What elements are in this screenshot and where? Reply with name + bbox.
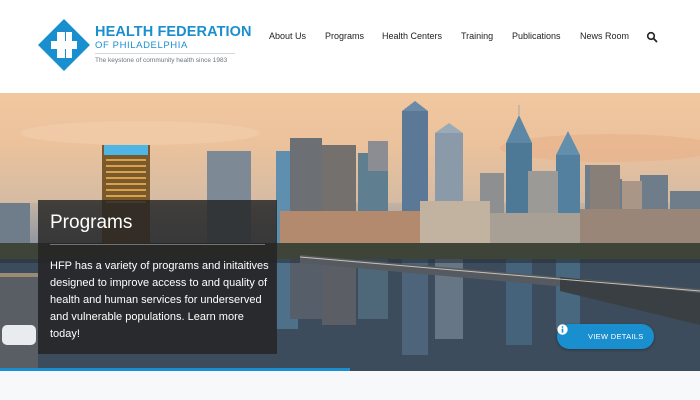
- nav-item-news-room[interactable]: News Room: [580, 31, 629, 41]
- nav-item-training[interactable]: Training: [461, 31, 493, 41]
- hero-slider[interactable]: Programs HFP has a variety of programs a…: [0, 93, 700, 371]
- info-icon: [557, 324, 568, 335]
- keystone-logo-icon: [38, 19, 90, 71]
- hero-divider: [50, 244, 265, 245]
- search-icon[interactable]: [646, 31, 658, 43]
- hero-title: Programs: [50, 212, 133, 233]
- hero-description: HFP has a variety of programs and initai…: [50, 260, 269, 340]
- content-area: [0, 371, 700, 400]
- brand-divider: [95, 53, 235, 54]
- nav-item-health-centers[interactable]: Health Centers: [382, 31, 442, 41]
- brand-name: HEALTH FEDERATION: [95, 24, 252, 40]
- nav-item-about-us[interactable]: About Us: [269, 31, 306, 41]
- view-details-button[interactable]: VIEW DETAILS: [557, 324, 654, 349]
- view-details-label: VIEW DETAILS: [588, 332, 644, 341]
- nav-item-publications[interactable]: Publications: [512, 31, 561, 41]
- nav-item-programs[interactable]: Programs: [325, 31, 364, 41]
- brand-subname: OF PHILADELPHIA: [95, 40, 188, 51]
- site-logo[interactable]: HEALTH FEDERATION OF PHILADELPHIA The ke…: [37, 18, 252, 78]
- brand-tagline: The keystone of community health since 1…: [95, 57, 228, 64]
- hero-info-panel: Programs HFP has a variety of programs a…: [38, 200, 277, 354]
- site-header: HEALTH FEDERATION OF PHILADELPHIA The ke…: [0, 0, 700, 93]
